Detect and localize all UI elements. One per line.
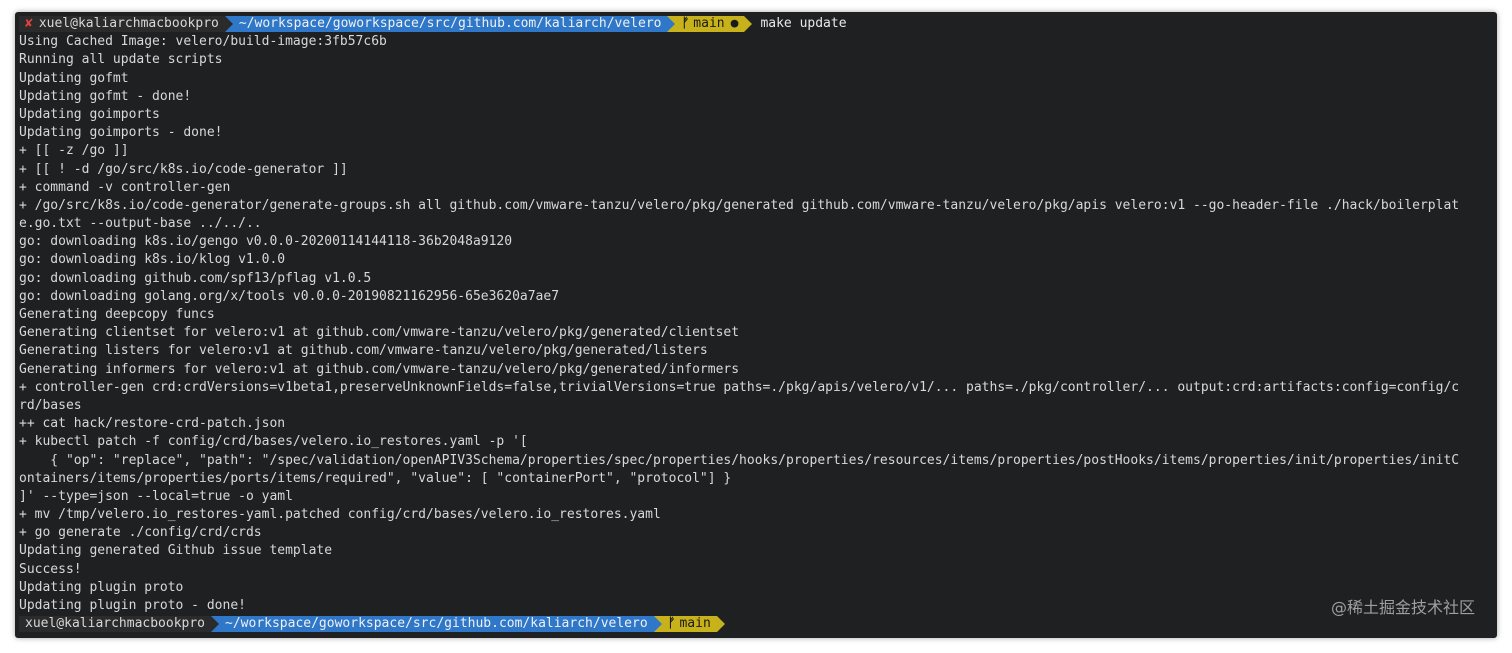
output-line: ontainers/items/properties/ports/items/r… (19, 470, 732, 486)
prompt-path: ~/workspace/goworkspace/src/github.com/k… (232, 16, 668, 33)
powerline-arrow-icon (211, 616, 220, 633)
powerline-arrow-icon (667, 16, 676, 33)
prompt-user-host: xuel@kaliarchmacbookpro (25, 616, 206, 632)
watermark: @稀土掘金技术社区 (1330, 598, 1475, 617)
powerline-arrow-icon (224, 16, 233, 33)
git-branch-icon: ᚠ (667, 616, 676, 632)
output-line: Using Cached Image: velero/build-image:3… (19, 34, 387, 50)
output-line: Updating plugin proto - done! (19, 598, 246, 613)
output-line: + [[ ! -d /go/src/k8s.io/code-generator … (19, 161, 348, 177)
output-line: + controller-gen crd:crdVersions=v1beta1… (19, 379, 1460, 395)
powerline-arrow-icon (716, 616, 725, 633)
output-line: + /go/src/k8s.io/code-generator/generate… (19, 197, 1460, 213)
output-line: ++ cat hack/restore-crd-patch.json (19, 416, 286, 432)
output-line: Running all update scripts (19, 52, 223, 68)
output-line: go: downloading k8s.io/klog v1.0.0 (19, 252, 286, 268)
error-status-icon: ✘ (25, 16, 33, 32)
prompt-git-segment: ᚠ main (661, 616, 717, 633)
terminal-content[interactable]: ✘ xuel@kaliarchmacbookpro ~/workspace/go… (19, 15, 1491, 633)
output-line: Updating goimports (19, 106, 160, 122)
output-line: Updating gofmt (19, 70, 129, 86)
output-line: e.go.txt --output-base ../../.. (19, 216, 262, 232)
output-line: Generating clientset for velero:v1 at gi… (19, 325, 740, 341)
prompt-user-host: xuel@kaliarchmacbookpro (38, 16, 219, 32)
output-line: Generating listers for velero:v1 at gith… (19, 343, 708, 359)
output-line: Updating generated Github issue template (19, 543, 333, 559)
prompt-command: make update (760, 16, 847, 31)
terminal-window[interactable]: ✘ xuel@kaliarchmacbookpro ~/workspace/go… (15, 12, 1497, 638)
powerline-arrow-icon (744, 16, 753, 33)
output-line: Updating gofmt - done! (19, 88, 192, 104)
output-line: Generating deepcopy funcs (19, 307, 215, 322)
prompt-line-bottom[interactable]: xuel@kaliarchmacbookpro ~/workspace/gowo… (19, 615, 1491, 633)
prompt-git-segment: ᚠ main ● (675, 16, 745, 33)
output-line: ]' --type=json --local=true -o yaml (19, 488, 293, 504)
output-line: go: downloading golang.org/x/tools v0.0.… (19, 288, 560, 304)
output-line: go: downloading github.com/spf13/pflag v… (19, 270, 372, 286)
prompt-line-top: ✘ xuel@kaliarchmacbookpro ~/workspace/go… (19, 15, 1491, 33)
output-line: Updating goimports - done! (19, 125, 223, 141)
powerline-arrow-icon (653, 616, 662, 633)
prompt-user-segment: ✘ xuel@kaliarchmacbookpro (19, 16, 225, 33)
output-line: + command -v controller-gen (19, 179, 231, 195)
output-line: { "op": "replace", "path": "/spec/valida… (19, 452, 1460, 468)
git-branch-name: main (679, 616, 711, 632)
prompt-path: ~/workspace/goworkspace/src/github.com/k… (219, 616, 654, 633)
output-line: rd/bases (19, 397, 82, 413)
output-line: + mv /tmp/velero.io_restores-yaml.patche… (19, 507, 661, 523)
git-branch-name: main (693, 16, 725, 32)
output-line: go: downloading k8s.io/gengo v0.0.0-2020… (19, 234, 513, 250)
output-line: Generating informers for velero:v1 at gi… (19, 361, 740, 377)
git-branch-icon: ᚠ (681, 16, 690, 32)
output-line: Updating plugin proto (19, 579, 184, 595)
prompt-user-segment: xuel@kaliarchmacbookpro (19, 616, 212, 633)
command-output: Using Cached Image: velero/build-image:3… (19, 33, 1491, 615)
output-line: + go generate ./config/crd/crds (19, 525, 262, 541)
output-line: Success! (19, 561, 82, 577)
output-line: + kubectl patch -f config/crd/bases/vele… (19, 434, 528, 450)
git-dirty-icon: ● (730, 16, 739, 32)
output-line: + [[ -z /go ]] (19, 143, 129, 159)
